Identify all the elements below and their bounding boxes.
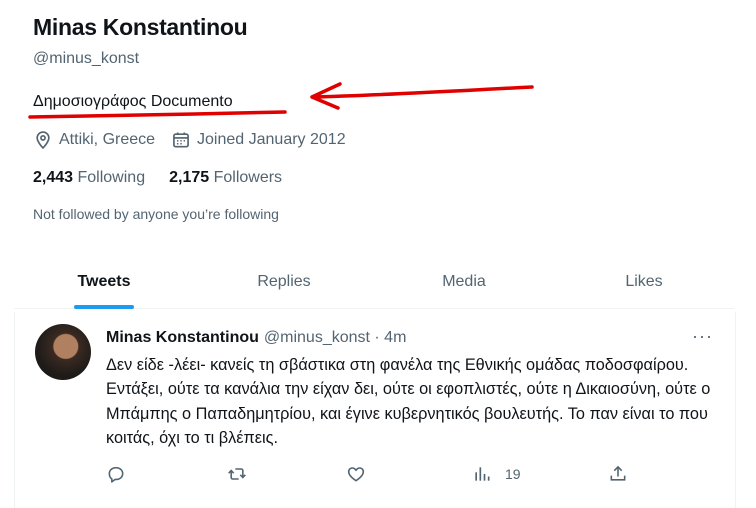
avatar[interactable] xyxy=(35,324,91,380)
tweet-handle-time[interactable]: @minus_konst · 4m xyxy=(264,329,407,347)
views-button[interactable]: 19 xyxy=(472,464,521,484)
following-count: 2,443 xyxy=(33,169,74,186)
heart-icon xyxy=(347,467,365,482)
followers-count: 2,175 xyxy=(169,169,210,186)
views-count: 19 xyxy=(505,466,521,482)
tab-label: Tweets xyxy=(77,272,131,290)
tweet[interactable]: Minas Konstantinou @minus_konst · 4m ···… xyxy=(14,312,736,508)
like-button[interactable] xyxy=(346,464,366,484)
active-tab-indicator xyxy=(74,305,134,309)
profile-bio: Δημοσιογράφος Documento xyxy=(33,93,233,110)
share-button[interactable] xyxy=(608,464,628,484)
retweet-button[interactable] xyxy=(226,464,248,484)
profile-tabs: Tweets Replies Media Likes xyxy=(14,255,734,309)
tab-label: Media xyxy=(442,272,486,290)
profile-location: Attiki, Greece xyxy=(33,130,155,150)
tab-tweets[interactable]: Tweets xyxy=(14,255,194,309)
tab-label: Likes xyxy=(625,272,663,290)
reply-icon xyxy=(108,466,124,483)
tab-label: Replies xyxy=(257,272,311,290)
followers-label: Followers xyxy=(213,169,283,186)
profile-name: Minas Konstantinou xyxy=(33,14,248,40)
follow-stats: 2,443 Following 2,175 Followers xyxy=(33,169,306,187)
location-pin-icon xyxy=(36,131,50,150)
share-icon xyxy=(610,465,626,481)
tab-likes[interactable]: Likes xyxy=(554,255,734,308)
views-icon xyxy=(475,467,490,481)
not-followed-notice: Not followed by anyone you’re following xyxy=(33,206,279,222)
location-text: Attiki, Greece xyxy=(59,131,156,148)
following-label: Following xyxy=(77,169,146,186)
followers-link[interactable]: 2,175 Followers xyxy=(169,169,282,187)
profile-joined: Joined January 2012 xyxy=(171,130,346,150)
profile-handle: @minus_konst xyxy=(33,50,140,67)
following-link[interactable]: 2,443 Following xyxy=(33,169,145,187)
tab-replies[interactable]: Replies xyxy=(194,255,374,308)
tweet-header: Minas Konstantinou @minus_konst · 4m xyxy=(106,329,406,347)
tab-media[interactable]: Media xyxy=(374,255,554,308)
calendar-icon xyxy=(173,132,189,148)
tweet-text: Δεν είδε -λέει- κανείς τη σβάστικα στη φ… xyxy=(106,356,711,447)
profile-meta: Attiki, Greece Joined January 2012 xyxy=(33,130,362,150)
retweet-icon xyxy=(228,468,246,480)
more-options-button[interactable]: ··· xyxy=(692,326,713,347)
tweet-author-name[interactable]: Minas Konstantinou xyxy=(106,329,259,347)
joined-text: Joined January 2012 xyxy=(197,131,346,148)
reply-button[interactable] xyxy=(106,464,126,484)
tweet-actions: 19 xyxy=(106,464,626,486)
